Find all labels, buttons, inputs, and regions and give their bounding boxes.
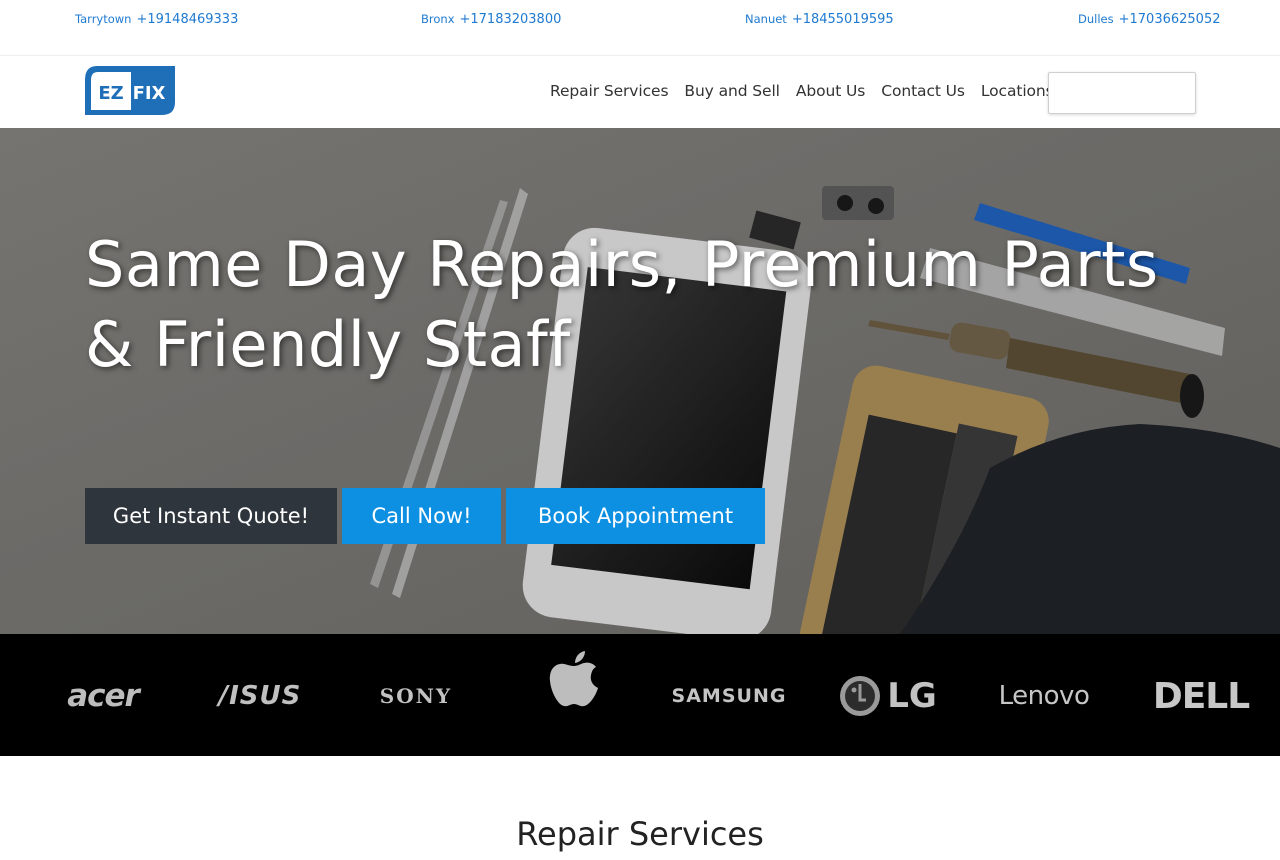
hero-title: Same Day Repairs, Premium Parts & Friend… bbox=[85, 228, 1159, 381]
brand-lg-logo: LG bbox=[838, 674, 938, 718]
nav-contact-us[interactable]: Contact Us bbox=[873, 82, 973, 100]
location-bronx[interactable]: Bronx +17183203800 bbox=[421, 12, 561, 27]
location-nanuet[interactable]: Nanuet +18455019595 bbox=[745, 12, 894, 27]
main-navbar: EZ FIX Repair Services Buy and Sell Abou… bbox=[0, 57, 1280, 128]
location-tarrytown[interactable]: Tarrytown +19148469333 bbox=[75, 12, 238, 27]
logo-ez-text: EZ bbox=[98, 83, 123, 104]
apple-icon bbox=[549, 651, 598, 707]
location-phone-link[interactable]: +18455019595 bbox=[792, 12, 894, 27]
lg-text: LG bbox=[887, 676, 937, 716]
call-now-button[interactable]: Call Now! bbox=[342, 488, 501, 544]
lg-face-icon bbox=[840, 676, 881, 716]
brand-lenovo-logo: Lenovo bbox=[998, 681, 1090, 711]
logo-fix-text: FIX bbox=[133, 83, 166, 104]
brand-asus-logo: /ISUS bbox=[218, 681, 302, 711]
location-phone-link[interactable]: +17183203800 bbox=[460, 12, 562, 27]
location-city: Tarrytown bbox=[75, 12, 132, 26]
location-city: Dulles bbox=[1078, 12, 1114, 26]
nav-about-us[interactable]: About Us bbox=[788, 82, 873, 100]
location-phone-link[interactable]: +17036625052 bbox=[1119, 12, 1221, 27]
location-city: Nanuet bbox=[745, 12, 787, 26]
repair-services-heading: Repair Services bbox=[516, 815, 764, 853]
nav-repair-services[interactable]: Repair Services bbox=[542, 82, 676, 100]
nav-links: Repair Services Buy and Sell About Us Co… bbox=[542, 82, 1062, 100]
brand-dell-logo: DELL bbox=[1152, 675, 1250, 717]
hero-banner: Same Day Repairs, Premium Parts & Friend… bbox=[0, 128, 1280, 634]
search-input[interactable] bbox=[1048, 72, 1196, 114]
brand-acer-logo: acer bbox=[67, 678, 140, 714]
nav-buy-and-sell[interactable]: Buy and Sell bbox=[676, 82, 787, 100]
brand-apple-logo bbox=[546, 650, 602, 710]
brand-samsung-logo: SAMSUNG bbox=[671, 685, 787, 707]
brand-logo-strip: acer /ISUS SONY SAMSUNG LG Lenovo DELL bbox=[0, 634, 1280, 756]
book-appointment-button[interactable]: Book Appointment bbox=[506, 488, 765, 544]
top-location-bar: Tarrytown +19148469333 Bronx +17183203800 … bbox=[0, 0, 1280, 56]
location-city: Bronx bbox=[421, 12, 455, 26]
location-dulles[interactable]: Dulles +17036625052 bbox=[1078, 12, 1220, 27]
get-instant-quote-button[interactable]: Get Instant Quote! bbox=[85, 488, 337, 544]
ezfix-logo[interactable]: EZ FIX bbox=[83, 64, 177, 117]
hero-buttons: Get Instant Quote! Call Now! Book Appoin… bbox=[85, 488, 770, 544]
brand-sony-logo: SONY bbox=[379, 684, 453, 708]
location-phone-link[interactable]: +19148469333 bbox=[136, 12, 238, 27]
